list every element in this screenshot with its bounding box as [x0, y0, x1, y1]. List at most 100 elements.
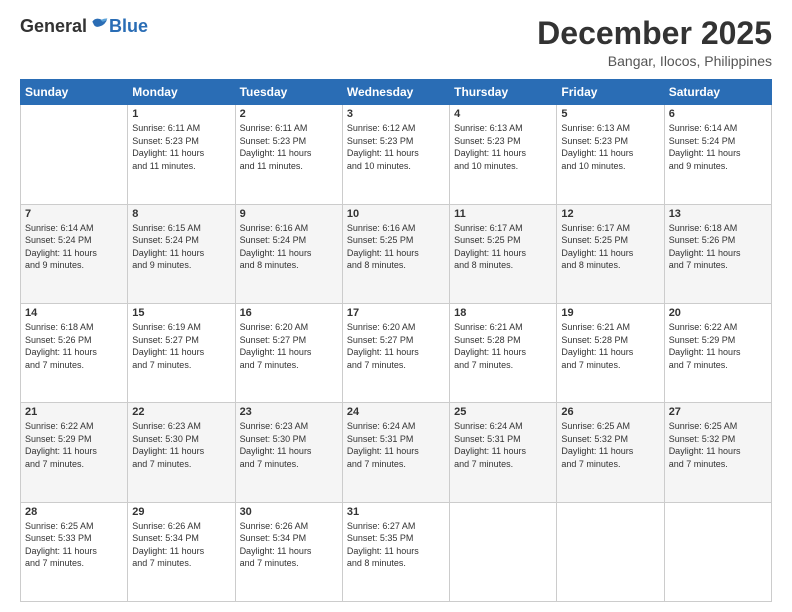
- day-info: Sunrise: 6:18 AM Sunset: 5:26 PM Dayligh…: [669, 222, 767, 272]
- day-number: 25: [454, 406, 552, 418]
- day-number: 26: [561, 406, 659, 418]
- day-number: 21: [25, 406, 123, 418]
- table-row: 24 Sunrise: 6:24 AM Sunset: 5:31 PM Dayli…: [342, 403, 449, 502]
- day-info: Sunrise: 6:11 AM Sunset: 5:23 PM Dayligh…: [132, 122, 230, 172]
- day-info: Sunrise: 6:22 AM Sunset: 5:29 PM Dayligh…: [669, 321, 767, 371]
- day-number: 18: [454, 307, 552, 319]
- day-number: 19: [561, 307, 659, 319]
- day-number: 22: [132, 406, 230, 418]
- day-info: Sunrise: 6:14 AM Sunset: 5:24 PM Dayligh…: [669, 122, 767, 172]
- day-info: Sunrise: 6:22 AM Sunset: 5:29 PM Dayligh…: [25, 420, 123, 470]
- table-row: [21, 105, 128, 204]
- day-info: Sunrise: 6:27 AM Sunset: 5:35 PM Dayligh…: [347, 520, 445, 570]
- table-row: 7Sunrise: 6:14 AM Sunset: 5:24 PM Daylig…: [21, 204, 128, 303]
- month-title: December 2025: [537, 16, 772, 51]
- day-number: 31: [347, 506, 445, 518]
- table-row: 19 Sunrise: 6:21 AM Sunset: 5:28 PM Dayli…: [557, 303, 664, 402]
- day-number: 9: [240, 208, 338, 220]
- day-number: 30: [240, 506, 338, 518]
- day-info: Sunrise: 6:17 AM Sunset: 5:25 PM Dayligh…: [454, 222, 552, 272]
- day-number: 15: [132, 307, 230, 319]
- day-number: 11: [454, 208, 552, 220]
- table-row: 22 Sunrise: 6:23 AM Sunset: 5:30 PM Dayli…: [128, 403, 235, 502]
- title-block: December 2025 Bangar, Ilocos, Philippine…: [537, 16, 772, 69]
- day-number: 24: [347, 406, 445, 418]
- day-number: 13: [669, 208, 767, 220]
- table-row: 17Sunrise: 6:20 AM Sunset: 5:27 PM Dayli…: [342, 303, 449, 402]
- day-info: Sunrise: 6:25 AM Sunset: 5:32 PM Dayligh…: [669, 420, 767, 470]
- day-info: Sunrise: 6:18 AM Sunset: 5:26 PM Dayligh…: [25, 321, 123, 371]
- day-number: 1: [132, 108, 230, 120]
- day-info: Sunrise: 6:17 AM Sunset: 5:25 PM Dayligh…: [561, 222, 659, 272]
- day-number: 28: [25, 506, 123, 518]
- location: Bangar, Ilocos, Philippines: [537, 53, 772, 69]
- table-row: [664, 502, 771, 601]
- day-number: 4: [454, 108, 552, 120]
- day-info: Sunrise: 6:11 AM Sunset: 5:23 PM Dayligh…: [240, 122, 338, 172]
- day-number: 5: [561, 108, 659, 120]
- table-row: 14 Sunrise: 6:18 AM Sunset: 5:26 PM Dayli…: [21, 303, 128, 402]
- day-info: Sunrise: 6:16 AM Sunset: 5:25 PM Dayligh…: [347, 222, 445, 272]
- table-row: 11 Sunrise: 6:17 AM Sunset: 5:25 PM Dayli…: [450, 204, 557, 303]
- table-row: 12Sunrise: 6:17 AM Sunset: 5:25 PM Dayli…: [557, 204, 664, 303]
- table-row: 13 Sunrise: 6:18 AM Sunset: 5:26 PM Dayli…: [664, 204, 771, 303]
- day-info: Sunrise: 6:13 AM Sunset: 5:23 PM Dayligh…: [561, 122, 659, 172]
- day-info: Sunrise: 6:26 AM Sunset: 5:34 PM Dayligh…: [240, 520, 338, 570]
- table-row: 15 Sunrise: 6:19 AM Sunset: 5:27 PM Dayli…: [128, 303, 235, 402]
- header: General Blue December 2025 Bangar, Iloco…: [20, 16, 772, 69]
- logo: General Blue: [20, 16, 148, 37]
- table-row: 28 Sunrise: 6:25 AM Sunset: 5:33 PM Dayli…: [21, 502, 128, 601]
- table-row: 6 Sunrise: 6:14 AM Sunset: 5:24 PM Daylig…: [664, 105, 771, 204]
- table-row: [557, 502, 664, 601]
- header-wednesday: Wednesday: [342, 80, 449, 105]
- logo-general-text: General: [20, 16, 87, 37]
- day-info: Sunrise: 6:15 AM Sunset: 5:24 PM Dayligh…: [132, 222, 230, 272]
- calendar-header-row: Sunday Monday Tuesday Wednesday Thursday…: [21, 80, 772, 105]
- table-row: 21 Sunrise: 6:22 AM Sunset: 5:29 PM Dayli…: [21, 403, 128, 502]
- day-info: Sunrise: 6:21 AM Sunset: 5:28 PM Dayligh…: [561, 321, 659, 371]
- day-info: Sunrise: 6:24 AM Sunset: 5:31 PM Dayligh…: [347, 420, 445, 470]
- table-row: 31 Sunrise: 6:27 AM Sunset: 5:35 PM Dayli…: [342, 502, 449, 601]
- table-row: 10Sunrise: 6:16 AM Sunset: 5:25 PM Dayli…: [342, 204, 449, 303]
- day-number: 6: [669, 108, 767, 120]
- day-info: Sunrise: 6:25 AM Sunset: 5:32 PM Dayligh…: [561, 420, 659, 470]
- day-info: Sunrise: 6:19 AM Sunset: 5:27 PM Dayligh…: [132, 321, 230, 371]
- day-info: Sunrise: 6:16 AM Sunset: 5:24 PM Dayligh…: [240, 222, 338, 272]
- day-number: 8: [132, 208, 230, 220]
- header-thursday: Thursday: [450, 80, 557, 105]
- table-row: [450, 502, 557, 601]
- day-number: 29: [132, 506, 230, 518]
- day-number: 3: [347, 108, 445, 120]
- calendar-table: Sunday Monday Tuesday Wednesday Thursday…: [20, 79, 772, 602]
- table-row: 9 Sunrise: 6:16 AM Sunset: 5:24 PM Daylig…: [235, 204, 342, 303]
- day-number: 20: [669, 307, 767, 319]
- calendar-week-row: 14 Sunrise: 6:18 AM Sunset: 5:26 PM Dayli…: [21, 303, 772, 402]
- table-row: 1 Sunrise: 6:11 AM Sunset: 5:23 PM Daylig…: [128, 105, 235, 204]
- day-number: 16: [240, 307, 338, 319]
- table-row: 26 Sunrise: 6:25 AM Sunset: 5:32 PM Dayli…: [557, 403, 664, 502]
- day-info: Sunrise: 6:21 AM Sunset: 5:28 PM Dayligh…: [454, 321, 552, 371]
- day-number: 14: [25, 307, 123, 319]
- header-friday: Friday: [557, 80, 664, 105]
- calendar-week-row: 7Sunrise: 6:14 AM Sunset: 5:24 PM Daylig…: [21, 204, 772, 303]
- day-number: 2: [240, 108, 338, 120]
- day-info: Sunrise: 6:20 AM Sunset: 5:27 PM Dayligh…: [240, 321, 338, 371]
- day-number: 27: [669, 406, 767, 418]
- table-row: 8 Sunrise: 6:15 AM Sunset: 5:24 PM Daylig…: [128, 204, 235, 303]
- table-row: 25 Sunrise: 6:24 AM Sunset: 5:31 PM Dayli…: [450, 403, 557, 502]
- day-number: 23: [240, 406, 338, 418]
- logo-blue-text: Blue: [109, 16, 148, 37]
- calendar-week-row: 21 Sunrise: 6:22 AM Sunset: 5:29 PM Dayli…: [21, 403, 772, 502]
- header-tuesday: Tuesday: [235, 80, 342, 105]
- logo-bird-icon: [89, 15, 109, 35]
- day-info: Sunrise: 6:25 AM Sunset: 5:33 PM Dayligh…: [25, 520, 123, 570]
- day-info: Sunrise: 6:24 AM Sunset: 5:31 PM Dayligh…: [454, 420, 552, 470]
- table-row: 23Sunrise: 6:23 AM Sunset: 5:30 PM Dayli…: [235, 403, 342, 502]
- day-number: 7: [25, 208, 123, 220]
- table-row: 4Sunrise: 6:13 AM Sunset: 5:23 PM Daylig…: [450, 105, 557, 204]
- table-row: 30 Sunrise: 6:26 AM Sunset: 5:34 PM Dayli…: [235, 502, 342, 601]
- calendar-week-row: 1 Sunrise: 6:11 AM Sunset: 5:23 PM Daylig…: [21, 105, 772, 204]
- header-saturday: Saturday: [664, 80, 771, 105]
- day-info: Sunrise: 6:23 AM Sunset: 5:30 PM Dayligh…: [132, 420, 230, 470]
- calendar-week-row: 28 Sunrise: 6:25 AM Sunset: 5:33 PM Dayli…: [21, 502, 772, 601]
